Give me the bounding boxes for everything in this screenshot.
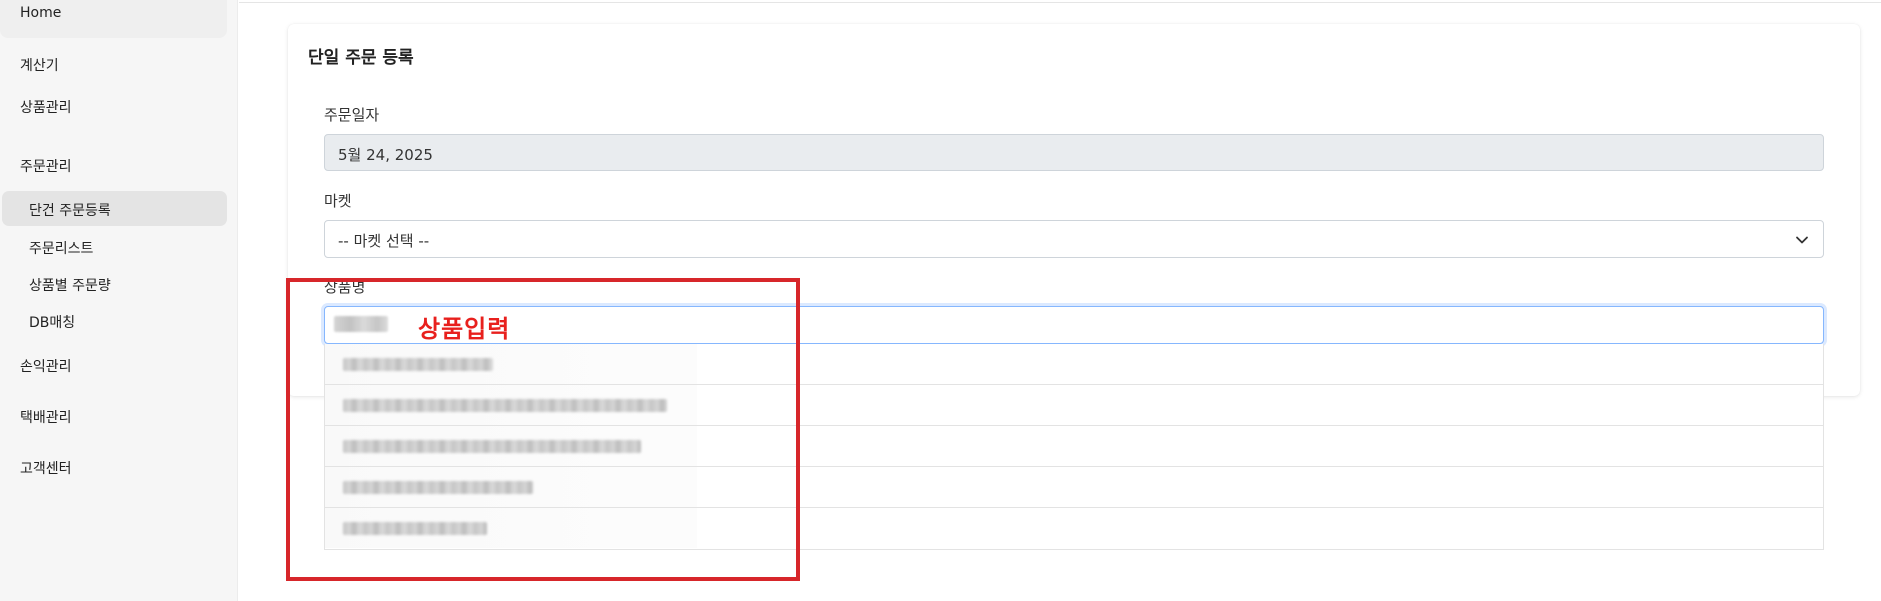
annotation-label: 상품입력: [418, 315, 511, 343]
sidebar-subitem-db-matching[interactable]: DB매칭: [29, 312, 75, 332]
sidebar-item-order-management[interactable]: 주문관리: [20, 156, 72, 176]
sidebar-item-calculator[interactable]: 계산기: [20, 55, 59, 75]
sidebar-item-delivery-management[interactable]: 택배관리: [20, 407, 72, 427]
sidebar-subitem-order-volume-by-product[interactable]: 상품별 주문량: [29, 275, 111, 295]
order-date-field[interactable]: 5월 24, 2025: [324, 134, 1824, 171]
annotation-highlight-box: [286, 278, 800, 581]
sidebar-subitem-single-order[interactable]: 단건 주문등록: [29, 200, 111, 220]
market-select-value: -- 마켓 선택 --: [338, 232, 430, 250]
order-date-label: 주문일자: [324, 106, 380, 124]
top-divider: [239, 2, 1881, 3]
sidebar: Home 계산기 상품관리 주문관리 단건 주문등록 주문리스트 상품별 주문량…: [0, 0, 238, 601]
app: Home 계산기 상품관리 주문관리 단건 주문등록 주문리스트 상품별 주문량…: [0, 0, 1881, 601]
market-select[interactable]: -- 마켓 선택 --: [324, 220, 1824, 258]
sidebar-item-home[interactable]: Home: [0, 0, 227, 38]
sidebar-item-product-management[interactable]: 상품관리: [20, 97, 72, 117]
sidebar-subitem-order-list[interactable]: 주문리스트: [29, 238, 93, 258]
sidebar-item-profit-management[interactable]: 손익관리: [20, 356, 72, 376]
market-label: 마켓: [324, 192, 352, 210]
sidebar-item-customer-center[interactable]: 고객센터: [20, 458, 72, 478]
page-title: 단일 주문 등록: [308, 48, 414, 68]
chevron-down-icon: [1796, 236, 1808, 244]
